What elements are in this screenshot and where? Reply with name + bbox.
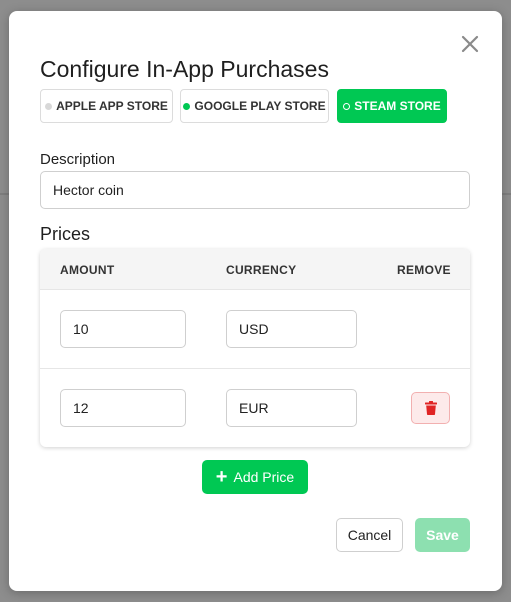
currency-input[interactable]: USD — [226, 310, 357, 348]
column-header-remove: REMOVE — [397, 263, 451, 277]
amount-input[interactable]: 10 — [60, 310, 186, 348]
description-input[interactable]: Hector coin — [40, 171, 470, 209]
add-price-button[interactable]: + Add Price — [202, 460, 308, 494]
store-label: STEAM STORE — [354, 99, 441, 113]
store-button-apple[interactable]: APPLE APP STORE — [40, 89, 173, 123]
table-row: 10 USD — [40, 290, 470, 369]
status-dot-icon — [183, 102, 191, 110]
close-icon — [461, 35, 479, 53]
table-row: 12 EUR — [40, 369, 470, 448]
prices-title: Prices — [40, 224, 91, 244]
save-button[interactable]: Save — [415, 518, 470, 552]
prices-table: AMOUNT CURRENCY REMOVE 10 USD 12 EUR — [40, 249, 470, 447]
store-label: GOOGLE PLAY STORE — [194, 99, 326, 113]
trash-icon — [424, 401, 437, 415]
modal-title: Configure In-App Purchases — [40, 56, 329, 82]
remove-price-button[interactable] — [411, 392, 450, 424]
configure-iap-modal: Configure In-App Purchases APPLE APP STO… — [9, 11, 502, 591]
column-header-currency: CURRENCY — [226, 263, 297, 277]
close-button[interactable] — [459, 33, 481, 55]
store-button-steam[interactable]: STEAM STORE — [337, 89, 447, 123]
add-price-label: Add Price — [233, 469, 295, 485]
store-label: APPLE APP STORE — [56, 99, 168, 113]
store-button-google[interactable]: GOOGLE PLAY STORE — [180, 89, 329, 123]
plus-icon: + — [215, 466, 228, 488]
amount-input[interactable]: 12 — [60, 389, 186, 427]
cancel-button[interactable]: Cancel — [336, 518, 403, 552]
status-dot-icon — [45, 102, 53, 110]
column-header-amount: AMOUNT — [60, 263, 115, 277]
currency-input[interactable]: EUR — [226, 389, 357, 427]
status-ring-icon — [343, 102, 351, 110]
prices-table-header: AMOUNT CURRENCY REMOVE — [40, 249, 470, 290]
description-label: Description — [40, 151, 116, 168]
